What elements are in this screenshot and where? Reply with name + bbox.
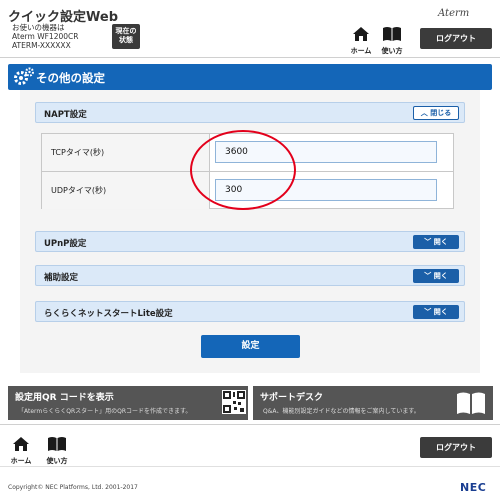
footer-rule <box>0 466 500 467</box>
highlight-annotation <box>190 130 296 210</box>
section-rakuraku: らくらくネットスタートLite設定 ﹀ 開く <box>35 301 465 322</box>
chevron-down-icon: ﹀ <box>424 272 432 280</box>
section-upnp: UPnP設定 ﹀ 開く <box>35 231 465 252</box>
apply-button[interactable]: 設定 <box>201 335 300 358</box>
home-icon <box>353 27 369 41</box>
current-state-button[interactable]: 現在の 状態 <box>112 24 140 49</box>
chevron-down-icon: ﹀ <box>424 308 432 316</box>
support-desk-card[interactable]: サポートデスク Q&A、機能別設定ガイドなどの情報をご案内しています。 <box>253 386 493 420</box>
book-icon <box>457 392 485 414</box>
app-header: クイック設定Web お使いの機器は Aterm WF1200CR ATERM-X… <box>0 0 500 58</box>
footer-logout-button[interactable]: ログアウト <box>420 437 492 458</box>
section-napt: NAPT設定 ︿ 閉じる <box>35 102 465 123</box>
nec-logo: NEC <box>460 481 487 494</box>
page-title: その他の設定 <box>36 71 105 85</box>
home-nav-button[interactable]: ホーム <box>348 26 374 56</box>
device-label: お使いの機器は <box>12 23 65 32</box>
tcp-timer-label: TCPタイマ(秒) <box>42 134 210 171</box>
footer-help-button[interactable]: 使い方 <box>44 436 70 466</box>
section-rakuraku-label: らくらくネットスタートLite設定 <box>44 309 173 319</box>
aterm-logo: Aterm <box>438 8 470 19</box>
qr-card-title: 設定用QR コードを表示 <box>15 393 114 403</box>
support-card-desc: Q&A、機能別設定ガイドなどの情報をご案内しています。 <box>263 408 420 415</box>
support-card-title: サポートデスク <box>260 393 324 403</box>
qr-card-desc: 「AtermらくらくQRスタート」用のQRコードを作成できます。 <box>18 408 192 415</box>
book-icon <box>48 437 66 451</box>
section-upnp-label: UPnP設定 <box>44 239 87 249</box>
assist-open-button[interactable]: ﹀ 開く <box>413 269 459 283</box>
help-nav-button[interactable]: 使い方 <box>379 26 405 56</box>
udp-timer-label: UDPタイマ(秒) <box>42 172 210 209</box>
chevron-up-icon: ︿ <box>420 109 428 117</box>
device-id: ATERM-XXXXXX <box>12 41 71 50</box>
section-assist: 補助設定 ﹀ 開く <box>35 265 465 286</box>
napt-close-button[interactable]: ︿ 閉じる <box>413 106 459 120</box>
footer-divider <box>0 424 500 425</box>
qr-code-card[interactable]: 設定用QR コードを表示 「AtermらくらくQRスタート」用のQRコードを作成… <box>8 386 248 420</box>
logout-button[interactable]: ログアウト <box>420 28 492 49</box>
device-model: Aterm WF1200CR <box>12 32 79 41</box>
gear-icon <box>14 67 34 85</box>
home-icon <box>13 437 29 451</box>
chevron-down-icon: ﹀ <box>424 238 432 246</box>
footer-home-button[interactable]: ホーム <box>8 436 34 466</box>
book-icon <box>383 27 401 41</box>
rakuraku-open-button[interactable]: ﹀ 開く <box>413 305 459 319</box>
qr-code-icon <box>222 390 246 414</box>
section-assist-label: 補助設定 <box>44 273 79 283</box>
upnp-open-button[interactable]: ﹀ 開く <box>413 235 459 249</box>
section-napt-label: NAPT設定 <box>44 110 87 120</box>
page-title-bar: その他の設定 <box>8 64 492 90</box>
copyright-text: Copyright© NEC Platforms, Ltd. 2001-2017 <box>8 484 138 491</box>
